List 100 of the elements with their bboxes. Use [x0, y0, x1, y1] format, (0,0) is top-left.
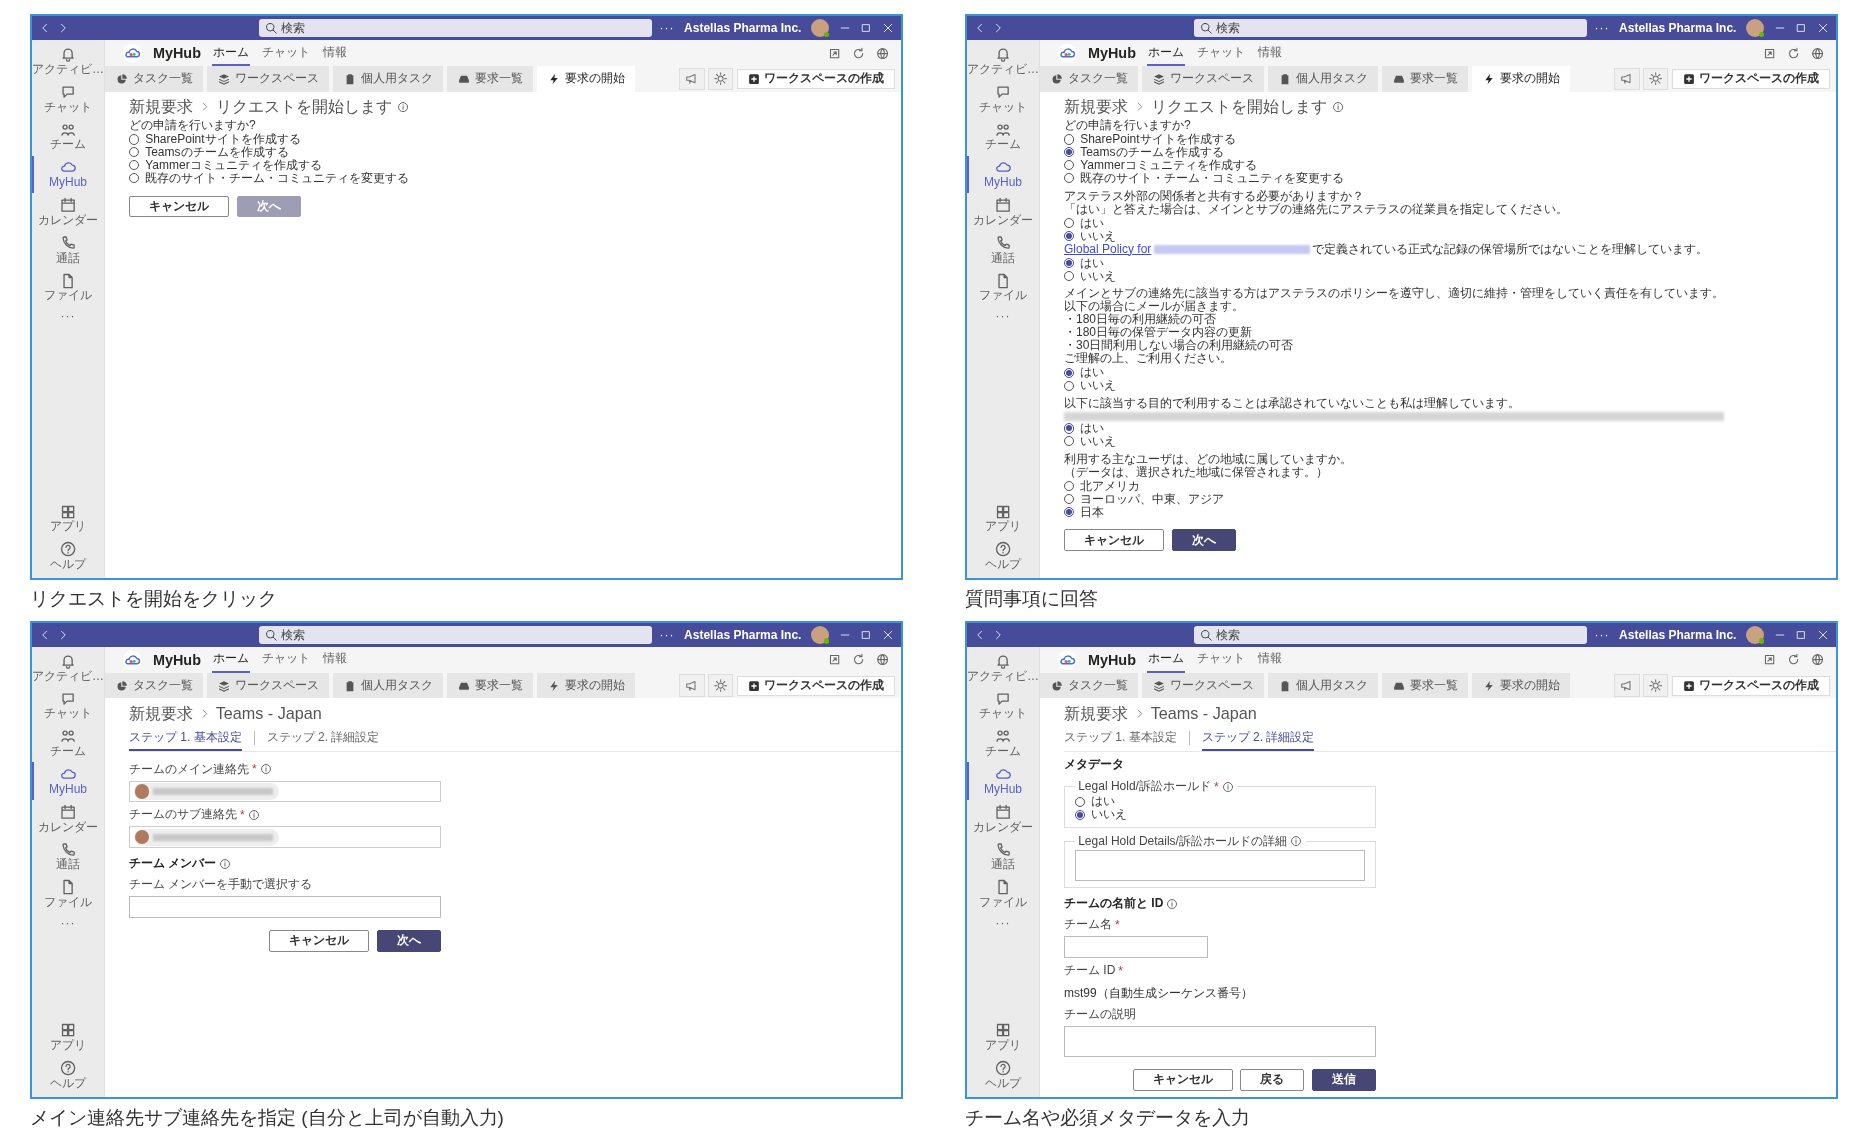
- create-workspace-button[interactable]: ワークスペースの作成: [737, 675, 895, 696]
- create-workspace-button[interactable]: ワークスペースの作成: [1672, 675, 1830, 696]
- rail-item[interactable]: ファイル: [967, 269, 1039, 307]
- tab[interactable]: ワークスペース: [1142, 673, 1265, 699]
- rail-item[interactable]: 通話: [32, 231, 104, 269]
- radio-button[interactable]: [1064, 173, 1075, 184]
- primary-button[interactable]: 次へ: [1171, 529, 1236, 551]
- tab[interactable]: ワークスペース: [207, 66, 330, 92]
- secondary-button[interactable]: 戻る: [1240, 1069, 1305, 1091]
- radio-option[interactable]: 既存のサイト・チーム・コミュニティを変更する: [129, 171, 877, 185]
- radio-option[interactable]: はい: [1064, 421, 1812, 435]
- search-field[interactable]: 検索: [259, 625, 653, 645]
- tab[interactable]: 要求一覧: [446, 673, 534, 699]
- radio-option[interactable]: Yammerコミュニティを作成する: [129, 158, 877, 172]
- radio-button[interactable]: [1064, 231, 1075, 242]
- info-icon[interactable]: [397, 100, 410, 113]
- maximize-icon[interactable]: [1795, 628, 1808, 641]
- refresh-icon[interactable]: [1786, 46, 1800, 60]
- rail-item[interactable]: チャット: [32, 80, 104, 118]
- tab[interactable]: 個人用タスク: [332, 673, 444, 699]
- primary-button[interactable]: 次へ: [376, 929, 441, 952]
- radio-option[interactable]: Teamsのチームを作成する: [129, 145, 877, 159]
- secondary-button[interactable]: キャンセル: [269, 929, 370, 952]
- tab[interactable]: 要求の開始: [1471, 673, 1571, 699]
- people-picker[interactable]: [129, 780, 441, 803]
- close-icon[interactable]: [881, 22, 894, 34]
- avatar[interactable]: [1746, 625, 1765, 644]
- info-icon[interactable]: [1221, 780, 1234, 793]
- tab[interactable]: 要求の開始: [1471, 66, 1571, 92]
- radio-button[interactable]: [1064, 507, 1075, 518]
- radio-button[interactable]: [1064, 258, 1075, 269]
- globe-icon[interactable]: [1810, 46, 1824, 60]
- rail-item[interactable]: アクティビ…: [967, 42, 1039, 81]
- maximize-icon[interactable]: [1795, 22, 1808, 34]
- search-field[interactable]: 検索: [1194, 625, 1588, 645]
- rail-item[interactable]: ファイル: [32, 269, 104, 307]
- radio-option[interactable]: 日本: [1064, 505, 1812, 519]
- text-input[interactable]: [129, 896, 441, 918]
- rail-item[interactable]: アプリ: [967, 1018, 1039, 1057]
- nav-tab[interactable]: 情報: [322, 646, 349, 674]
- radio-button[interactable]: [1074, 796, 1085, 807]
- avatar[interactable]: [811, 625, 830, 644]
- radio-option[interactable]: はい: [1064, 366, 1812, 380]
- breadcrumb-link[interactable]: 新規要求: [129, 703, 193, 724]
- rail-item[interactable]: アプリ: [967, 500, 1039, 538]
- rail-item[interactable]: 通話: [967, 838, 1039, 876]
- tab[interactable]: 個人用タスク: [332, 66, 444, 92]
- refresh-icon[interactable]: [851, 653, 865, 667]
- rail-item[interactable]: ヘルプ: [32, 537, 104, 576]
- radio-button[interactable]: [1064, 481, 1075, 492]
- rail-item[interactable]: チーム: [967, 117, 1039, 156]
- nav-tab[interactable]: チャット: [1195, 646, 1247, 674]
- more-apps[interactable]: ···: [60, 913, 76, 933]
- radio-option[interactable]: SharePointサイトを作成する: [1064, 132, 1812, 146]
- announcement-button[interactable]: [679, 67, 705, 91]
- close-icon[interactable]: [1816, 22, 1829, 34]
- more-apps[interactable]: ···: [60, 306, 76, 326]
- tab[interactable]: 要求の開始: [536, 66, 636, 92]
- radio-button[interactable]: [1064, 218, 1075, 229]
- radio-button[interactable]: [1064, 423, 1075, 434]
- nav-tab[interactable]: 情報: [322, 40, 349, 67]
- rail-item[interactable]: ヘルプ: [967, 1056, 1039, 1095]
- radio-option[interactable]: 既存のサイト・チーム・コミュニティを変更する: [1064, 171, 1812, 185]
- popout-icon[interactable]: [827, 46, 842, 60]
- step-tab[interactable]: ステップ 2. 詳細設定: [266, 725, 380, 751]
- radio-option[interactable]: いいえ: [1064, 379, 1812, 393]
- nav-tab[interactable]: チャット: [260, 646, 312, 674]
- radio-button[interactable]: [1064, 436, 1075, 447]
- more-apps[interactable]: ···: [995, 306, 1011, 326]
- settings-button[interactable]: [1643, 674, 1669, 698]
- breadcrumb-link[interactable]: 新規要求: [1064, 703, 1128, 724]
- refresh-icon[interactable]: [1786, 653, 1800, 667]
- tab[interactable]: タスク一覧: [1040, 66, 1139, 92]
- close-icon[interactable]: [881, 628, 894, 641]
- settings-button[interactable]: [708, 67, 734, 91]
- radio-option[interactable]: いいえ: [1064, 229, 1812, 243]
- globe-icon[interactable]: [875, 653, 889, 667]
- info-icon[interactable]: [1166, 897, 1179, 910]
- breadcrumb-link[interactable]: 新規要求: [1064, 96, 1128, 117]
- step-tab[interactable]: ステップ 1. 基本設定: [129, 725, 242, 751]
- rail-item[interactable]: MyHub: [32, 155, 104, 194]
- info-icon[interactable]: [1289, 835, 1302, 848]
- rail-item[interactable]: アプリ: [32, 500, 104, 538]
- nav-tab[interactable]: 情報: [1257, 40, 1284, 67]
- create-workspace-button[interactable]: ワークスペースの作成: [1672, 68, 1830, 90]
- radio-button[interactable]: [129, 160, 140, 171]
- rail-item[interactable]: チャット: [967, 80, 1039, 118]
- rail-item[interactable]: ファイル: [967, 875, 1039, 914]
- policy-link[interactable]: Global Policy for: [1064, 241, 1152, 256]
- more-options[interactable]: ···: [1594, 21, 1610, 35]
- tab[interactable]: タスク一覧: [105, 673, 204, 699]
- radio-button[interactable]: [1064, 147, 1075, 158]
- radio-option[interactable]: いいえ: [1064, 434, 1812, 448]
- more-options[interactable]: ···: [1594, 627, 1610, 642]
- info-icon[interactable]: [259, 763, 272, 776]
- radio-option[interactable]: SharePointサイトを作成する: [129, 132, 877, 146]
- close-icon[interactable]: [1816, 628, 1829, 641]
- tab[interactable]: 要求一覧: [1381, 673, 1469, 699]
- rail-item[interactable]: MyHub: [967, 155, 1039, 194]
- announcement-button[interactable]: [1614, 67, 1640, 91]
